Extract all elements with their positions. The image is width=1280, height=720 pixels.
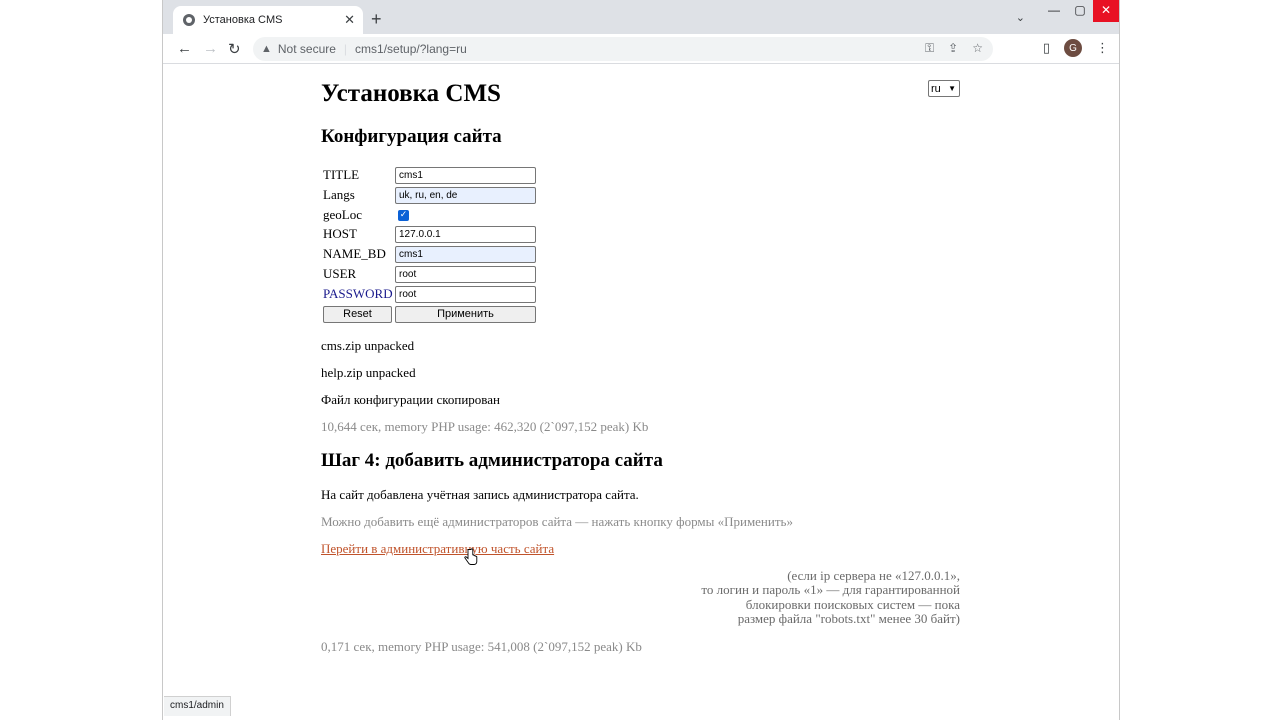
admin-hint-text: Можно добавить ещё администраторов сайта… xyxy=(321,514,793,529)
side-panel-icon[interactable]: ▯ xyxy=(1043,40,1050,56)
user-row: USER xyxy=(321,265,541,283)
langs-label: Langs xyxy=(323,187,355,202)
address-bar[interactable]: ▲ Not secure | cms1/setup/?lang=ru ⚿ ⇪ ☆ xyxy=(253,37,993,61)
close-window-button[interactable]: ✕ xyxy=(1093,0,1119,22)
browser-tab[interactable]: Установка CMS ✕ xyxy=(173,6,363,34)
back-button[interactable]: ← xyxy=(177,40,192,57)
tab-strip: Установка CMS ✕ + ⌄ — ▢ ✕ xyxy=(163,0,1119,34)
password-field[interactable] xyxy=(395,286,536,303)
share-icon[interactable]: ⇪ xyxy=(948,41,958,55)
title-field[interactable] xyxy=(395,167,536,184)
omnibox-actions: ⚿ ⇪ ☆ xyxy=(911,41,983,56)
geoloc-checkbox[interactable]: ✓ xyxy=(398,210,409,221)
namebd-label: NAME_BD xyxy=(323,246,386,261)
admin-panel-link[interactable]: Перейти в административную часть сайта xyxy=(321,541,554,556)
language-select[interactable]: ru ▼ xyxy=(928,80,960,97)
log-line: help.zip unpacked xyxy=(321,365,416,380)
apply-button[interactable]: Применить xyxy=(395,306,536,323)
langs-row: Langs xyxy=(321,186,541,204)
avatar[interactable]: G xyxy=(1064,39,1082,57)
title-label: TITLE xyxy=(323,167,360,182)
star-icon[interactable]: ☆ xyxy=(972,41,983,55)
host-label: HOST xyxy=(323,226,357,241)
reset-button[interactable]: Reset xyxy=(323,306,392,323)
hand-cursor-icon xyxy=(464,548,478,565)
warning-icon[interactable]: ▲ xyxy=(261,43,272,55)
maximize-button[interactable]: ▢ xyxy=(1067,0,1093,22)
geoloc-label: geoLoc xyxy=(323,207,362,222)
namebd-field[interactable] xyxy=(395,246,536,263)
browser-window: Установка CMS ✕ + ⌄ — ▢ ✕ ← → ↻ ▲ Not se… xyxy=(162,0,1120,720)
password-row: PASSWORD xyxy=(321,285,541,303)
browser-toolbar: ← → ↻ ▲ Not secure | cms1/setup/?lang=ru… xyxy=(163,34,1119,64)
menu-icon[interactable]: ⋮ xyxy=(1096,40,1109,56)
note-line: то логин и пароль «1» — для гарантирован… xyxy=(701,582,960,598)
page-title: Установка CMS xyxy=(321,80,501,107)
title-row: TITLE xyxy=(321,166,541,184)
robots-note: (если ip сервера не «127.0.0.1», то логи… xyxy=(621,568,960,626)
note-line: блокировки поисковых систем — пока xyxy=(745,596,960,612)
url-text[interactable]: cms1/setup/?lang=ru xyxy=(355,42,467,56)
globe-icon xyxy=(183,14,195,26)
user-field[interactable] xyxy=(395,266,536,283)
tab-search-icon[interactable]: ⌄ xyxy=(1016,11,1025,24)
toolbar-right: ▯ G ⋮ xyxy=(1043,39,1109,57)
timing-text: 0,171 сек, memory PHP usage: 541,008 (2`… xyxy=(321,639,642,654)
forward-button[interactable]: → xyxy=(203,40,218,57)
note-line: (если ip сервера не «127.0.0.1», xyxy=(787,568,960,583)
note-line: размер файла "robots.txt" менее 30 байт) xyxy=(737,610,960,626)
divider: | xyxy=(343,42,348,56)
timing-text: 10,644 сек, memory PHP usage: 462,320 (2… xyxy=(321,419,649,434)
namebd-row: NAME_BD xyxy=(321,245,541,263)
password-label: PASSWORD xyxy=(323,286,393,301)
chevron-down-icon: ▼ xyxy=(948,84,956,93)
step4-heading: Шаг 4: добавить администратора сайта xyxy=(321,450,663,471)
language-select-value: ru xyxy=(931,82,941,95)
security-status[interactable]: Not secure xyxy=(278,42,336,56)
new-tab-button[interactable]: + xyxy=(371,9,382,30)
status-bar: cms1/admin xyxy=(164,696,231,716)
host-row: HOST xyxy=(321,225,541,243)
close-tab-icon[interactable]: ✕ xyxy=(344,12,355,28)
admin-link-line: Перейти в административную часть сайта xyxy=(321,541,554,557)
log-line: cms.zip unpacked xyxy=(321,338,415,353)
langs-field[interactable] xyxy=(395,187,536,204)
key-icon[interactable]: ⚿ xyxy=(925,41,934,55)
minimize-button[interactable]: — xyxy=(1041,0,1067,22)
log-line: Файл конфигурации скопирован xyxy=(321,392,500,407)
config-heading: Конфигурация сайта xyxy=(321,126,502,147)
tab-title: Установка CMS xyxy=(203,14,283,26)
buttons-row: Reset Применить xyxy=(321,306,541,324)
reload-button[interactable]: ↻ xyxy=(228,40,241,58)
user-label: USER xyxy=(323,266,357,281)
geoloc-row: geoLoc ✓ xyxy=(321,206,541,224)
admin-added-text: На сайт добавлена учётная запись админис… xyxy=(321,487,639,502)
host-field[interactable] xyxy=(395,226,536,243)
